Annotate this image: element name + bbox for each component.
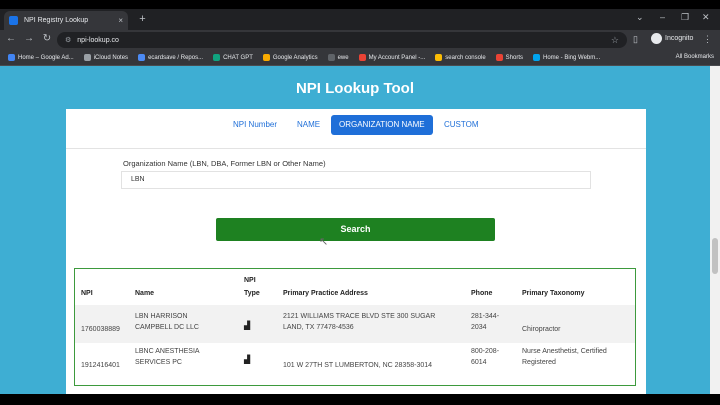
scrollbar-thumb[interactable] [712, 238, 718, 274]
cell-address: LAND, TX 77478-4536 [283, 324, 354, 331]
page-title: NPI Lookup Tool [295, 80, 415, 97]
maximize-icon[interactable]: ❐ [681, 12, 689, 23]
bookmark-item[interactable]: Shorts [495, 54, 523, 61]
window-close-icon[interactable]: ✕ [702, 12, 710, 23]
bookmarks-bar: Home – Google Ad... iCloud Notes ecardsa… [0, 50, 720, 66]
cell-name: CAMPBELL DC LLC [135, 324, 199, 331]
table-header: NPI Name NPI Type Primary Practice Addre… [75, 269, 635, 305]
cell-address: 2121 WILLIAMS TRACE BLVD STE 300 SUGAR [283, 313, 436, 320]
cell-taxonomy: Chiropractor [522, 326, 561, 333]
bookmark-favicon-icon [213, 54, 221, 61]
letterbox-bottom [0, 394, 720, 405]
table-row[interactable]: 1912416401 LBNC ANESTHESIA SERVICES PC ▟… [75, 343, 635, 381]
cell-taxonomy: Nurse Anesthetist, Certified [522, 348, 607, 355]
cell-name: LBN HARRISON [135, 313, 188, 320]
bookmark-item[interactable]: ecardsave / Repos... [138, 54, 203, 61]
bookmark-item[interactable]: Home - Bing Webm... [533, 54, 600, 61]
address-bar[interactable]: ⚙ npi-lookup.co ☆ [57, 32, 627, 48]
cell-npi: 1760038889 [81, 326, 120, 333]
bookmark-favicon-icon [138, 54, 146, 61]
tab-organization-name[interactable]: ORGANIZATION NAME [331, 115, 433, 135]
bookmark-favicon-icon [495, 54, 503, 61]
cell-taxonomy: Registered [522, 359, 556, 366]
header-taxonomy: Primary Taxonomy [522, 290, 585, 297]
bookmark-item[interactable]: ewe [327, 54, 349, 61]
bookmark-item[interactable]: Home – Google Ad... [8, 54, 74, 61]
header-name: Name [135, 290, 155, 297]
header-npi: NPI [81, 290, 93, 297]
mouse-cursor-icon: ↖ [319, 236, 329, 248]
cell-name: SERVICES PC [135, 359, 182, 366]
cell-address: 101 W 27TH ST LUMBERTON, NC 28358-3014 [283, 362, 433, 369]
search-mode-tabs: NPI Number NAME ORGANIZATION NAME CUSTOM [66, 109, 646, 149]
cell-name: LBNC ANESTHESIA [135, 348, 200, 355]
header-npi-type: NPI [244, 277, 256, 284]
reload-icon[interactable]: ↻ [40, 33, 54, 44]
table-row[interactable]: 1760038889 LBN HARRISON CAMPBELL DC LLC … [75, 305, 635, 343]
bookmark-favicon-icon [8, 54, 15, 61]
bookmark-favicon-icon [358, 54, 366, 61]
header-npi-type: Type [244, 290, 260, 297]
browser-tabstrip: NPI Registry Lookup × + ⌄ – ❐ ✕ [0, 9, 720, 30]
bookmark-item[interactable]: CHAT GPT [213, 54, 253, 61]
header-address: Primary Practice Address [283, 290, 368, 297]
profile-label: Incognito [665, 35, 694, 42]
forward-icon[interactable]: → [22, 33, 36, 44]
bookmark-favicon-icon [533, 54, 540, 61]
side-panel-icon[interactable]: ▯ [633, 34, 638, 45]
tab-search-icon[interactable]: ⌄ [636, 12, 644, 23]
cell-npi: 1912416401 [81, 362, 120, 369]
bookmark-favicon-icon [435, 54, 443, 61]
organization-name-input[interactable]: LBN [121, 171, 591, 189]
header-phone: Phone [471, 290, 493, 297]
search-button[interactable]: Search [216, 218, 495, 241]
letterbox-top [0, 0, 720, 9]
tab-npi-number[interactable]: NPI Number [225, 115, 285, 135]
cell-phone: 281-344- [471, 313, 500, 320]
cell-phone: 2034 [471, 324, 487, 331]
bookmark-favicon-icon [262, 54, 270, 61]
page-scrollbar[interactable] [710, 66, 720, 394]
tab-name[interactable]: NAME [289, 115, 328, 135]
site-info-icon[interactable]: ⚙ [65, 36, 71, 44]
url-text: npi-lookup.co [77, 36, 119, 44]
incognito-icon [651, 33, 662, 44]
menu-icon[interactable]: ⋮ [703, 34, 712, 45]
browser-tab[interactable]: NPI Registry Lookup × [4, 11, 128, 30]
tab-close-icon[interactable]: × [118, 16, 123, 25]
tab-custom[interactable]: CUSTOM [436, 115, 487, 135]
cell-phone: 6014 [471, 359, 487, 366]
lookup-card: NPI Number NAME ORGANIZATION NAME CUSTOM… [66, 109, 646, 394]
minimize-icon[interactable]: – [660, 12, 665, 22]
site-favicon-icon [9, 16, 18, 25]
all-bookmarks-button[interactable]: All Bookmarks [676, 54, 714, 60]
bookmark-item[interactable]: search console [435, 54, 486, 61]
cell-phone: 800-208- [471, 348, 500, 355]
organization-type-icon: ▟ [244, 355, 251, 364]
bookmark-favicon-icon [83, 54, 91, 61]
organization-type-icon: ▟ [244, 321, 251, 330]
new-tab-button[interactable]: + [136, 13, 149, 26]
bookmark-item[interactable]: iCloud Notes [83, 54, 128, 61]
browser-toolbar: ← → ↻ ⚙ npi-lookup.co ☆ ▯ Incognito ⋮ [0, 30, 720, 50]
back-icon[interactable]: ← [4, 33, 18, 44]
results-table: NPI Name NPI Type Primary Practice Addre… [74, 268, 636, 386]
bookmark-favicon-icon [327, 54, 335, 61]
page-content: NPI Lookup Tool NPI Number NAME ORGANIZA… [0, 66, 710, 394]
bookmark-item[interactable]: My Account Panel -... [358, 54, 425, 61]
bookmark-star-icon[interactable]: ☆ [611, 35, 619, 46]
profile-button[interactable]: Incognito [651, 33, 693, 44]
organization-name-label: Organization Name (LBN, DBA, Former LBN … [123, 159, 326, 168]
bookmark-item[interactable]: Google Analytics [262, 54, 318, 61]
tab-title: NPI Registry Lookup [24, 17, 89, 24]
